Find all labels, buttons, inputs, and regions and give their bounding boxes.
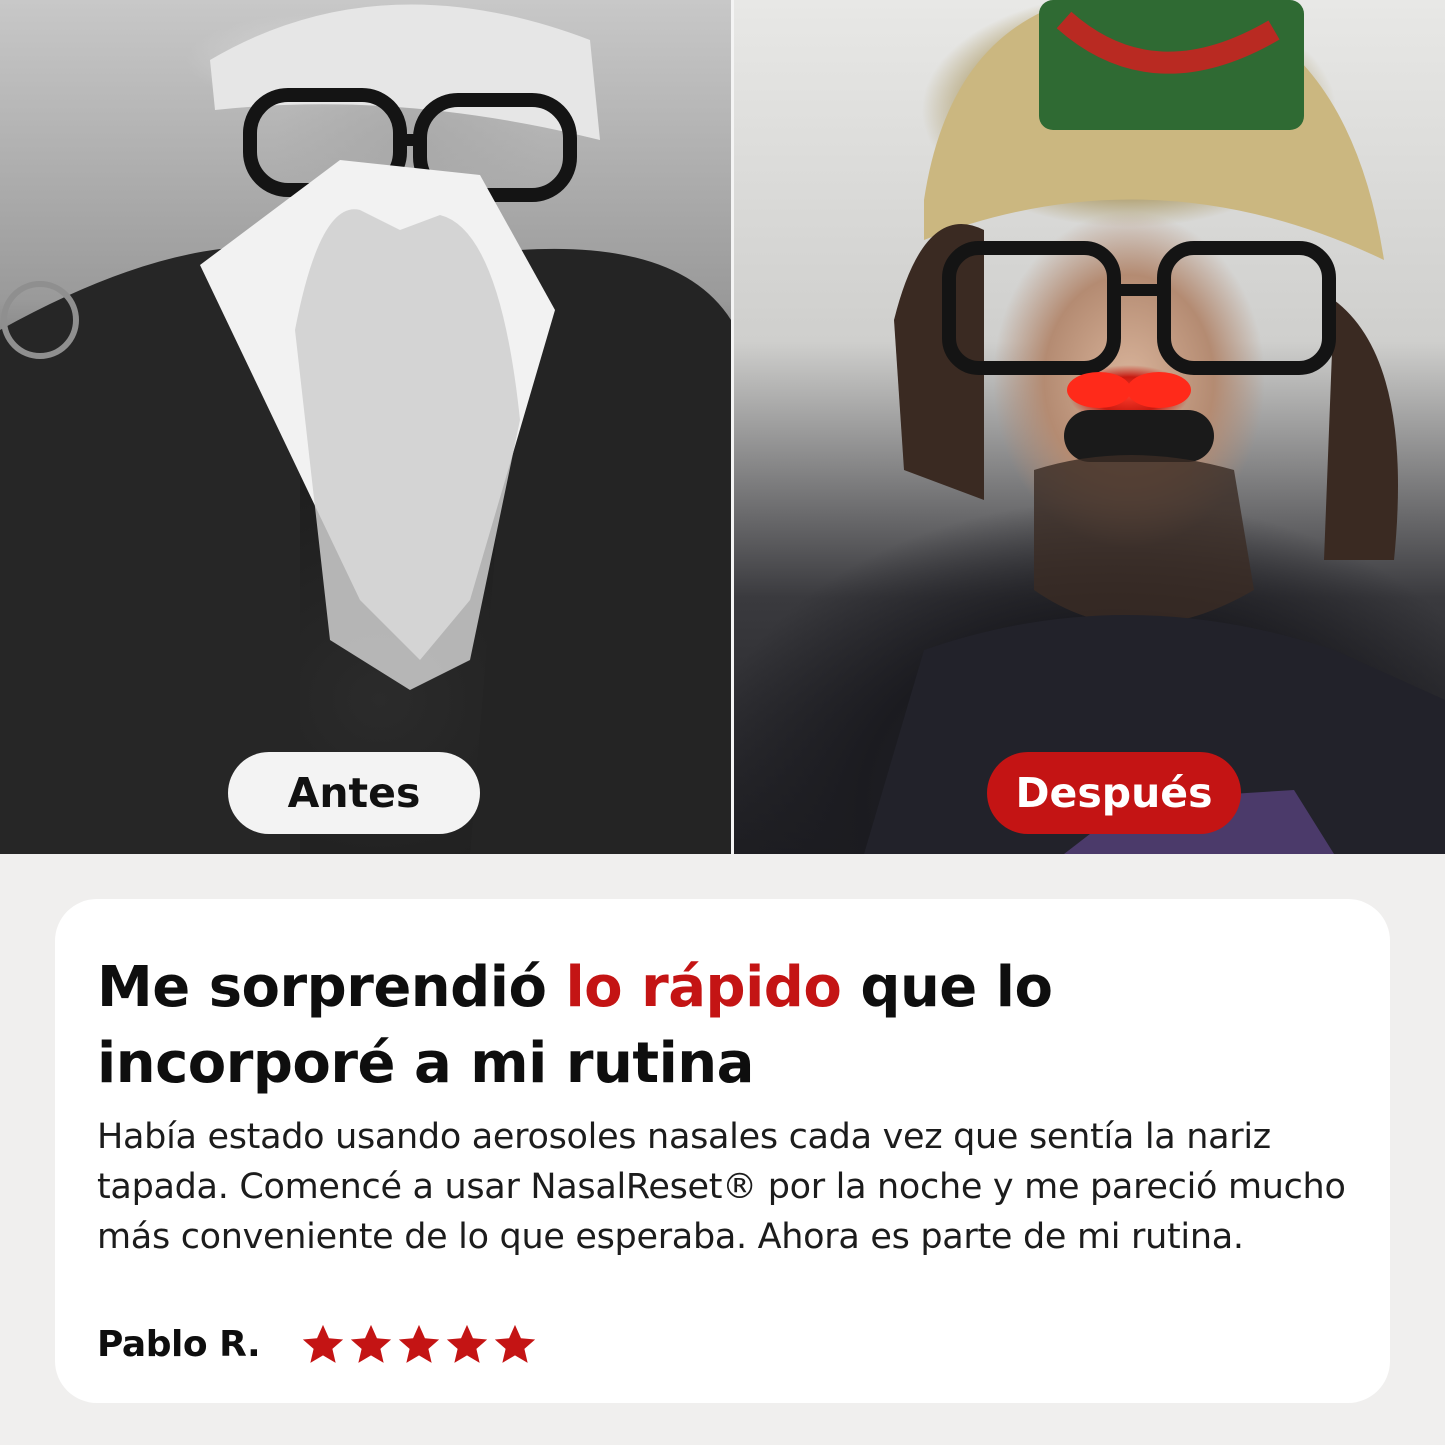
headline-text-start: Me sorprendió [97,955,566,1020]
before-photo-illustration [0,4,731,854]
star-icon [446,1324,488,1363]
star-rating [300,1322,538,1368]
review-body: Había estado usando aerosoles nasales ca… [97,1117,1346,1257]
star-icon [350,1324,392,1363]
star-icon [494,1324,536,1363]
after-label: Después [987,752,1241,834]
after-photo-illustration [864,0,1445,854]
before-label: Antes [228,752,480,834]
after-photo [734,0,1445,854]
star-icon [302,1324,344,1363]
star-icon [398,1324,440,1363]
review-author: Pablo R. [97,1324,261,1365]
review-headline: Me sorprendió lo rápido que lo incorporé… [97,950,1297,1102]
before-after-photos: Antes Después [0,0,1445,854]
headline-highlight: lo rápido [565,955,842,1020]
before-photo [0,0,731,854]
